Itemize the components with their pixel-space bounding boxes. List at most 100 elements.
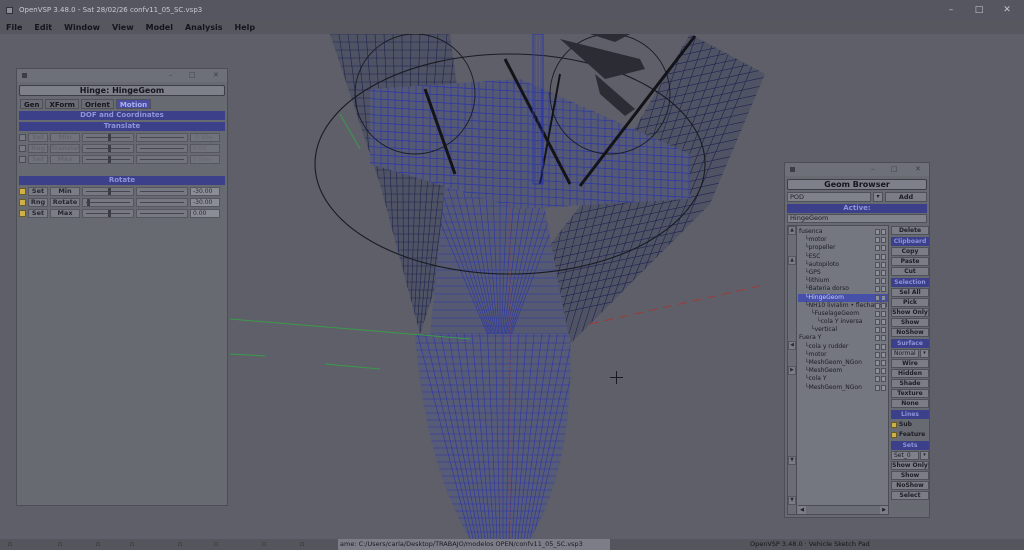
rotate-slider-knob[interactable]: [86, 198, 90, 206]
shade-button[interactable]: Shade: [891, 379, 929, 388]
tab-motion[interactable]: Motion: [115, 99, 152, 109]
translate-slider-knob[interactable]: [107, 133, 111, 141]
move-down-icon[interactable]: ▼: [788, 456, 796, 465]
taskbar-item-icon[interactable]: ▫: [96, 540, 100, 549]
minimize-button[interactable]: –: [938, 0, 964, 20]
visibility-toggle-icon[interactable]: [875, 261, 886, 268]
menu-edit[interactable]: Edit: [34, 23, 52, 32]
taskbar-item-icon[interactable]: ▫: [58, 540, 62, 549]
wire-button[interactable]: Wire: [891, 359, 929, 368]
rotate-slider[interactable]: [82, 208, 134, 218]
taskbar-item-icon[interactable]: ▫: [300, 540, 304, 549]
chevron-down-icon[interactable]: ▾: [873, 192, 883, 202]
noshow-button[interactable]: NoShow: [891, 328, 929, 337]
translate-slider-knob[interactable]: [107, 155, 111, 163]
rotate-slider-knob[interactable]: [107, 209, 111, 217]
visibility-toggle-icon[interactable]: [875, 286, 886, 293]
rotate-fine-slider[interactable]: [136, 197, 188, 207]
tree-item[interactable]: └FuselageGeom: [798, 310, 888, 318]
translate-fine-slider[interactable]: [136, 154, 188, 164]
move-right-icon[interactable]: ▶: [788, 366, 796, 375]
translate-slider[interactable]: [82, 154, 134, 164]
show-only-button[interactable]: Show Only: [891, 461, 929, 470]
translate-set-button[interactable]: Rng: [28, 143, 48, 153]
rotate-fine-slider[interactable]: [136, 186, 188, 196]
tree-item[interactable]: └autopiloto: [798, 261, 888, 269]
taskbar-item-icon[interactable]: ▫: [262, 540, 266, 549]
normal-select[interactable]: Normal ▾: [891, 349, 929, 358]
chevron-down-icon[interactable]: ▾: [920, 349, 929, 358]
visibility-toggle-icon[interactable]: [875, 376, 886, 383]
scroll-left-icon[interactable]: ◀: [798, 506, 806, 514]
feature-checkbox[interactable]: Feature: [891, 430, 929, 439]
rotate-value-input[interactable]: 0.00: [190, 208, 220, 218]
visibility-toggle-icon[interactable]: [875, 335, 886, 342]
sub-checkbox[interactable]: Sub: [891, 420, 929, 429]
tree-item[interactable]: └Bateria dorso: [798, 285, 888, 293]
minimize-icon[interactable]: –: [871, 163, 875, 176]
visibility-toggle-icon[interactable]: [875, 319, 886, 326]
pick-button[interactable]: Pick: [891, 298, 929, 307]
move-left-icon[interactable]: ◀: [788, 341, 796, 350]
visibility-toggle-icon[interactable]: [875, 384, 886, 391]
visibility-toggle-icon[interactable]: [875, 302, 886, 309]
tree-vertical-scrollbar[interactable]: ▲ ▲ ◀ ▶ ▼ ▼: [788, 226, 797, 514]
select-button[interactable]: Select: [891, 491, 929, 500]
rotate-checkbox[interactable]: [19, 187, 26, 195]
maximize-icon[interactable]: □: [891, 163, 898, 176]
checkbox-icon[interactable]: [891, 421, 897, 428]
taskbar-item-icon[interactable]: ▫: [214, 540, 218, 549]
show-only-button[interactable]: Show Only: [891, 308, 929, 317]
geom-type-dropdown[interactable]: POD: [787, 192, 871, 202]
translate-fine-slider[interactable]: [136, 143, 188, 153]
tab-xform[interactable]: XForm: [45, 99, 79, 109]
tree-item[interactable]: └motor: [798, 351, 888, 359]
translate-checkbox[interactable]: [19, 144, 26, 152]
tree-horizontal-scrollbar[interactable]: ◀ ▶: [798, 505, 888, 514]
translate-slider-knob[interactable]: [107, 144, 111, 152]
translate-value-input[interactable]: 0.00: [190, 143, 220, 153]
scroll-down-icon[interactable]: ▼: [788, 496, 796, 505]
scroll-up-icon[interactable]: ▲: [788, 226, 796, 235]
visibility-toggle-icon[interactable]: [875, 229, 886, 235]
translate-value-input[interactable]: 0.50e-01: [190, 154, 220, 170]
tab-orient[interactable]: Orient: [80, 99, 114, 109]
scroll-right-icon[interactable]: ▶: [880, 506, 888, 514]
close-icon[interactable]: ✕: [915, 163, 921, 176]
taskbar-item-icon[interactable]: ▫: [130, 540, 134, 549]
normal-select-value[interactable]: Normal: [891, 349, 919, 358]
geom-tree[interactable]: ▲ ▲ ◀ ▶ ▼ ▼ fusenca └motor └propeller └ESC └…: [787, 225, 889, 515]
rotate-checkbox[interactable]: [19, 209, 26, 217]
menu-file[interactable]: File: [6, 23, 22, 32]
visibility-toggle-icon[interactable]: [875, 278, 886, 285]
tree-item[interactable]: └vertical: [798, 326, 888, 334]
visibility-toggle-icon[interactable]: [875, 343, 886, 350]
active-geom-field[interactable]: HingeGeom: [787, 214, 927, 223]
rotate-set-button[interactable]: Set: [28, 208, 48, 218]
rotate-value-input[interactable]: -30.00: [190, 197, 220, 207]
tree-item[interactable]: └MeshGeom_NGon: [798, 384, 888, 392]
translate-checkbox[interactable]: [19, 133, 26, 141]
tree-item[interactable]: └ESC: [798, 253, 888, 261]
menu-analysis[interactable]: Analysis: [185, 23, 223, 32]
tree-item[interactable]: └cola y rudder: [798, 343, 888, 351]
rotate-set-button[interactable]: Set: [28, 186, 48, 196]
hidden-button[interactable]: Hidden: [891, 369, 929, 378]
maximize-button[interactable]: □: [966, 0, 992, 20]
sel-all-button[interactable]: Sel All: [891, 288, 929, 297]
tree-item[interactable]: └GPS: [798, 269, 888, 277]
delete-button[interactable]: Delete: [891, 226, 929, 235]
translate-slider[interactable]: [82, 143, 134, 153]
taskbar-item-icon[interactable]: ▫: [8, 540, 12, 549]
paste-button[interactable]: Paste: [891, 257, 929, 266]
translate-value-input[interactable]: -0.50e-01: [190, 132, 220, 148]
set-0-select[interactable]: Set_0 ▾: [891, 451, 929, 460]
rotate-slider[interactable]: [82, 197, 134, 207]
set-0-select-value[interactable]: Set_0: [891, 451, 919, 460]
translate-checkbox[interactable]: [19, 155, 26, 163]
translate-fine-slider[interactable]: [136, 132, 188, 142]
move-up-icon[interactable]: ▲: [788, 256, 796, 265]
noshow-button[interactable]: NoShow: [891, 481, 929, 490]
visibility-toggle-icon[interactable]: [875, 253, 886, 260]
tree-item[interactable]: └MeshGeom_NGon: [798, 359, 888, 367]
